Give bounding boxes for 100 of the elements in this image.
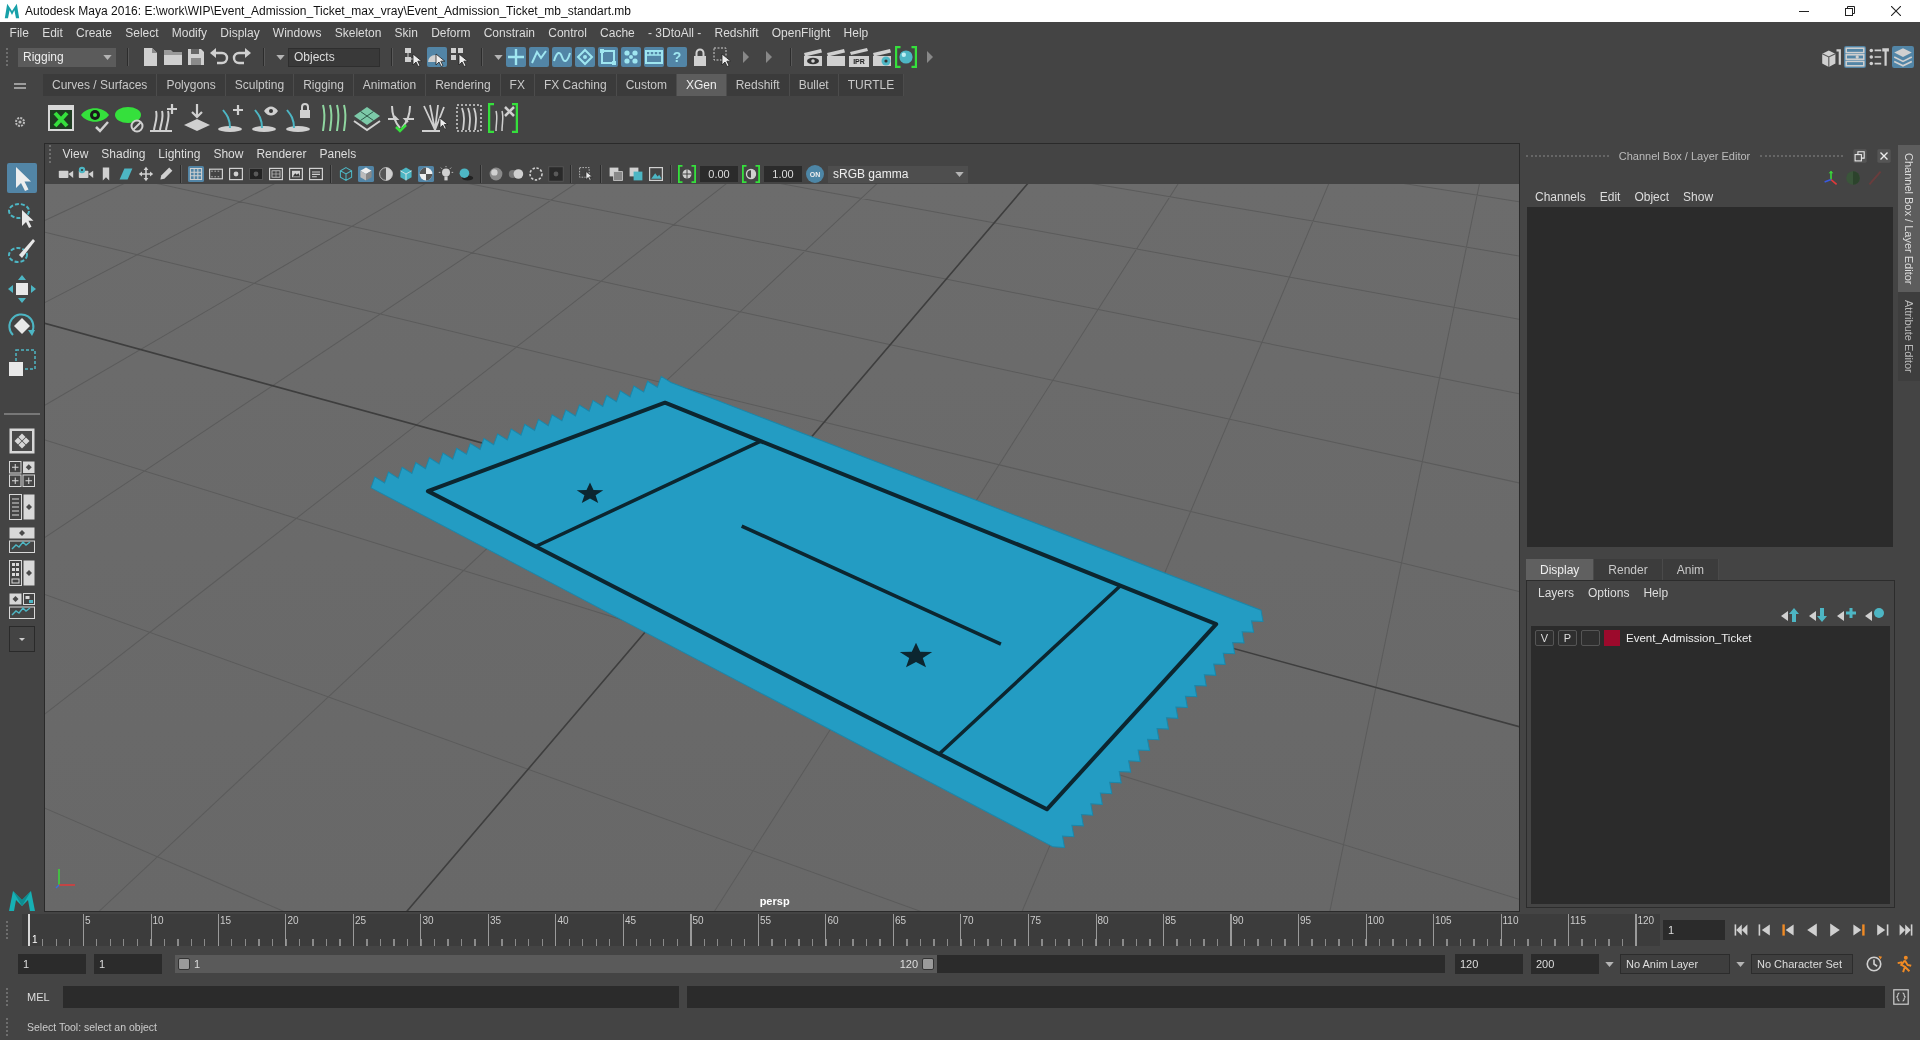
resolution-gate-icon[interactable] xyxy=(228,166,244,182)
grid-icon[interactable] xyxy=(188,166,204,182)
menu-item[interactable]: Shading xyxy=(94,147,152,161)
skip-end-icon[interactable] xyxy=(1897,922,1914,938)
isolate-select-icon[interactable] xyxy=(578,166,594,182)
selection-mask-dropdown[interactable]: Objects xyxy=(288,47,380,67)
guide-plus-icon[interactable] xyxy=(148,103,178,133)
shaded-cube-icon[interactable] xyxy=(358,166,374,182)
layer-arrow-down-icon[interactable] xyxy=(1808,606,1828,622)
menu-item[interactable]: Redshift xyxy=(707,26,766,40)
shelf-tab[interactable]: Custom xyxy=(616,74,677,96)
caret-icon[interactable] xyxy=(494,54,503,60)
shelf-tab[interactable]: Polygons xyxy=(157,74,226,96)
squares-cursor-icon[interactable] xyxy=(450,47,470,67)
visibility-toggle[interactable]: V xyxy=(1535,630,1554,646)
aperture-bracket-icon[interactable] xyxy=(678,165,696,183)
menu-item[interactable]: Modify xyxy=(165,26,214,40)
caret-icon[interactable] xyxy=(103,54,112,60)
shelf-tab[interactable]: XGen xyxy=(676,74,727,96)
wire-shaded-cube-icon[interactable] xyxy=(398,166,414,182)
menu-item[interactable]: View xyxy=(56,147,95,161)
curve-plus-icon[interactable] xyxy=(216,103,246,133)
menu-item[interactable]: Show xyxy=(206,147,250,161)
expand-arrow-icon[interactable] xyxy=(743,51,749,63)
clapperboard-icon[interactable] xyxy=(826,47,846,67)
menu-item[interactable]: Help xyxy=(1636,586,1676,600)
blank-toggle[interactable] xyxy=(1581,630,1600,646)
menu-item[interactable]: Help xyxy=(837,26,875,40)
angle-line-icon[interactable] xyxy=(529,47,549,67)
character-set-dropdown[interactable]: No Character Set xyxy=(1751,954,1853,974)
menu-item[interactable]: Object xyxy=(1627,190,1677,204)
menu-item[interactable]: Show xyxy=(1676,190,1721,204)
playback-toggle[interactable]: P xyxy=(1558,630,1577,646)
step-forward-key-icon[interactable] xyxy=(1874,922,1890,938)
cursor-frame-icon[interactable] xyxy=(713,47,733,67)
menu-item[interactable]: Control xyxy=(541,26,594,40)
gamma-field[interactable]: 1.00 xyxy=(764,166,802,182)
caret-icon[interactable] xyxy=(955,171,964,177)
caret-icon[interactable] xyxy=(1605,961,1614,967)
current-frame-field[interactable]: 1 xyxy=(1663,920,1725,940)
caret-icon[interactable] xyxy=(1736,961,1745,967)
overlap-squares-icon[interactable] xyxy=(608,166,624,182)
four-view-layout-icon[interactable] xyxy=(9,461,35,487)
list-panel-icon[interactable] xyxy=(1844,46,1866,68)
exposure-field[interactable]: 0.00 xyxy=(700,166,738,182)
half-circle-bracket-icon[interactable] xyxy=(742,165,760,183)
menu-item[interactable]: Cache xyxy=(593,26,642,40)
animation-end-field[interactable]: 200 xyxy=(1531,954,1599,974)
outliner-layout-icon[interactable] xyxy=(9,494,35,520)
crosshair-icon[interactable] xyxy=(506,47,526,67)
redo-icon[interactable] xyxy=(232,47,252,67)
playback-end-field[interactable]: 120 xyxy=(1455,954,1523,974)
current-time-marker[interactable] xyxy=(28,914,30,946)
shelf-tab[interactable]: Curves / Surfaces xyxy=(43,74,158,96)
close-icon[interactable] xyxy=(1891,6,1901,16)
layer-dot-icon[interactable] xyxy=(1864,606,1884,622)
expand-arrow-icon[interactable] xyxy=(927,51,933,63)
menu-item[interactable]: Constrain xyxy=(477,26,542,40)
menu-item[interactable]: Deform xyxy=(424,26,478,40)
range-slider-track[interactable]: 1 120 xyxy=(175,955,1445,973)
shelf-tab[interactable]: Rendering xyxy=(426,74,501,96)
pan-arrows-icon[interactable] xyxy=(138,166,154,182)
close-icon[interactable] xyxy=(1877,149,1891,163)
bracket-x-icon[interactable] xyxy=(488,103,518,133)
light-bulb-icon[interactable] xyxy=(438,166,454,182)
layers-icon[interactable] xyxy=(1892,46,1914,68)
range-slider-bar[interactable]: 1 120 xyxy=(175,955,937,973)
side-tab[interactable]: Channel Box / Layer Editor xyxy=(1898,145,1920,293)
menu-item[interactable]: Create xyxy=(69,26,119,40)
node-list-layout-icon[interactable] xyxy=(9,560,35,586)
undo-icon[interactable] xyxy=(209,47,229,67)
menu-item[interactable]: Display xyxy=(213,26,267,40)
safe-title-icon[interactable] xyxy=(308,166,324,182)
animation-start-field[interactable]: 1 xyxy=(18,954,86,974)
step-back-key-icon[interactable] xyxy=(1756,922,1773,938)
expand-arrow-icon[interactable] xyxy=(766,51,772,63)
slanted-plane-icon[interactable] xyxy=(118,166,134,182)
command-language-label[interactable]: MEL xyxy=(27,991,63,1003)
axis-icon[interactable] xyxy=(1823,170,1839,186)
single-view-layout-icon[interactable] xyxy=(9,428,35,454)
menu-item[interactable]: - 3DtoAll - xyxy=(641,26,708,40)
caret-icon[interactable] xyxy=(276,54,285,60)
menu-set-dropdown[interactable]: Rigging xyxy=(18,47,116,67)
three-pane-layout-icon[interactable] xyxy=(9,593,35,619)
anim-layer-dropdown[interactable]: No Anim Layer xyxy=(1620,954,1730,974)
x-box-icon[interactable] xyxy=(46,103,76,133)
step-forward-frame-icon[interactable] xyxy=(1850,922,1867,938)
wireframe-cube-icon[interactable] xyxy=(338,166,354,182)
menu-item[interactable]: Windows xyxy=(266,26,329,40)
graph-layout-icon[interactable] xyxy=(9,527,35,553)
step-back-frame-icon[interactable] xyxy=(1780,922,1796,938)
folder-icon[interactable] xyxy=(163,47,183,67)
tree-cursor-icon[interactable] xyxy=(404,47,424,67)
shelf-tab[interactable]: Animation xyxy=(353,74,427,96)
shadow-sphere-icon[interactable] xyxy=(458,166,474,182)
frame-curves-icon[interactable] xyxy=(454,103,484,133)
dot-cluster-icon[interactable] xyxy=(621,47,641,67)
shape-cursor-icon[interactable] xyxy=(427,47,447,67)
side-tab[interactable]: Attribute Editor xyxy=(1898,292,1920,382)
field-chart-icon[interactable] xyxy=(268,166,284,182)
